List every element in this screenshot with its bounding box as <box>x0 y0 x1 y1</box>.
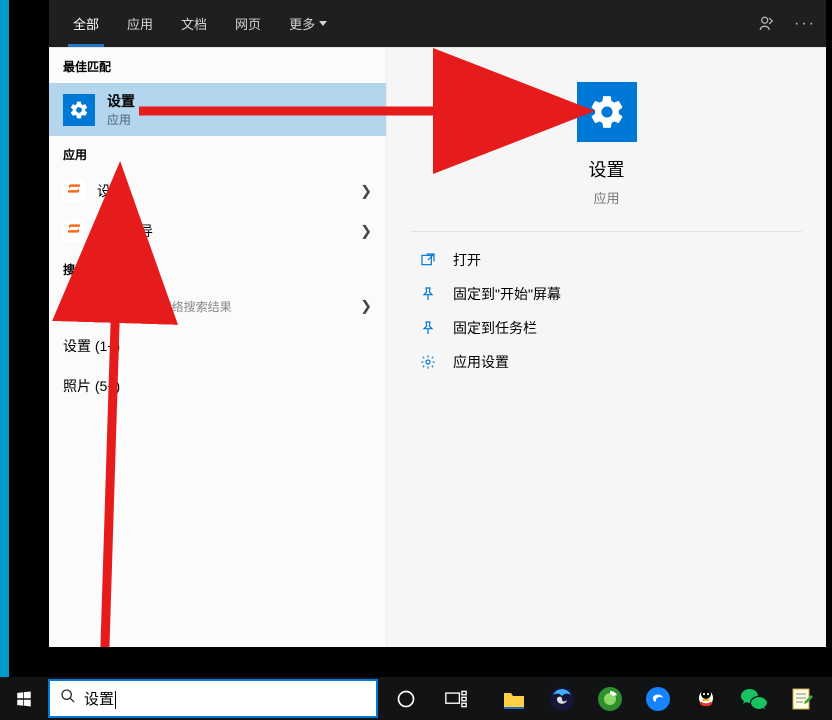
app-item-1[interactable]: 设置 ❯ <box>49 171 386 211</box>
taskbar: 设置 <box>0 677 832 720</box>
preview-title: 设置 <box>589 156 625 182</box>
settings-tile-icon <box>63 94 95 126</box>
action-pin-taskbar[interactable]: 固定到任务栏 <box>419 318 802 338</box>
sogou-browser-icon[interactable] <box>542 679 582 719</box>
start-button[interactable] <box>0 677 48 720</box>
best-match-subtitle: 应用 <box>107 111 135 128</box>
round-blue-app-icon[interactable] <box>638 679 678 719</box>
taskbar-pinned-apps <box>484 677 832 720</box>
section-best-match: 最佳匹配 <box>49 48 386 83</box>
web-search-text: 设置 - 查看网络搜索结果 <box>97 296 232 316</box>
qq-icon[interactable] <box>686 679 726 719</box>
tab-docs[interactable]: 文档 <box>167 0 221 47</box>
best-match-title: 设置 <box>107 91 135 111</box>
action-pin-taskbar-label: 固定到任务栏 <box>453 318 537 338</box>
windows-logo-icon <box>15 690 33 708</box>
chevron-right-icon: ❯ <box>360 223 372 240</box>
action-pin-start[interactable]: 固定到"开始"屏幕 <box>419 284 802 304</box>
preview-hero: 设置 应用 <box>411 72 802 232</box>
search-results-panel: 全部 应用 文档 网页 更多 ··· 最佳匹配 设置 应用 应用 <box>49 0 826 647</box>
desktop-left-strip <box>0 0 9 720</box>
text-caret <box>115 691 116 709</box>
section-search-web: 搜索网页 <box>49 251 386 286</box>
action-app-settings-label: 应用设置 <box>453 352 509 372</box>
best-match-text: 设置 应用 <box>107 91 135 128</box>
cortana-icon[interactable] <box>386 679 426 719</box>
feedback-icon[interactable] <box>758 15 776 33</box>
pin-icon <box>419 285 437 303</box>
tab-more-label: 更多 <box>289 14 315 33</box>
search-icon <box>63 295 85 317</box>
tabs-right-actions: ··· <box>758 0 816 47</box>
preview-tile-icon <box>577 82 637 142</box>
open-icon <box>419 251 437 269</box>
action-open[interactable]: 打开 <box>419 250 802 270</box>
best-match-item[interactable]: 设置 应用 <box>49 83 386 136</box>
pin-icon <box>419 319 437 337</box>
app-item-1-title: 设置 <box>97 181 125 201</box>
preview-subtitle: 应用 <box>593 188 619 207</box>
action-open-label: 打开 <box>453 250 481 270</box>
wechat-icon[interactable] <box>734 679 774 719</box>
action-pin-start-label: 固定到"开始"屏幕 <box>453 284 561 304</box>
web-search-item[interactable]: 设置 - 查看网络搜索结果 ❯ <box>49 286 386 326</box>
web-item-suffix: - 查看网络搜索结果 <box>125 300 232 314</box>
file-explorer-icon[interactable] <box>494 679 534 719</box>
preview-column: 设置 应用 打开 固定到"开始"屏幕 <box>386 48 826 647</box>
taskbar-fixed-icons <box>378 677 484 720</box>
tab-more[interactable]: 更多 <box>275 0 341 47</box>
search-input-text[interactable]: 设置 <box>84 688 116 709</box>
preview-actions: 打开 固定到"开始"屏幕 固定到任务栏 <box>411 232 802 372</box>
taskbar-search-box[interactable]: 设置 <box>48 679 378 718</box>
task-view-icon[interactable] <box>436 679 476 719</box>
settings-count-line[interactable]: 设置 (1+) <box>49 326 386 366</box>
web-item-title: 设置 <box>97 298 125 314</box>
chevron-right-icon: ❯ <box>360 183 372 200</box>
app-item-2[interactable]: 设置向导 ❯ <box>49 211 386 251</box>
sogou-pinyin-icon <box>63 180 85 202</box>
chevron-right-icon: ❯ <box>360 298 372 315</box>
tab-all[interactable]: 全部 <box>59 0 113 47</box>
results-column: 最佳匹配 设置 应用 应用 设置 ❯ <box>49 48 386 647</box>
notepad-icon[interactable] <box>782 679 822 719</box>
tab-apps[interactable]: 应用 <box>113 0 167 47</box>
360-browser-icon[interactable] <box>590 679 630 719</box>
app-item-2-title: 设置向导 <box>97 221 153 241</box>
photos-count-line[interactable]: 照片 (5+) <box>49 366 386 406</box>
gear-icon <box>419 353 437 371</box>
action-app-settings[interactable]: 应用设置 <box>419 352 802 372</box>
filter-tabs-bar: 全部 应用 文档 网页 更多 ··· <box>49 0 826 47</box>
tab-web[interactable]: 网页 <box>221 0 275 47</box>
chevron-down-icon <box>319 21 327 27</box>
sogou-pinyin-icon <box>63 220 85 242</box>
section-apps: 应用 <box>49 136 386 171</box>
more-options-icon[interactable]: ··· <box>794 15 816 33</box>
search-icon <box>60 688 76 709</box>
panel-body: 最佳匹配 设置 应用 应用 设置 ❯ <box>49 47 826 647</box>
